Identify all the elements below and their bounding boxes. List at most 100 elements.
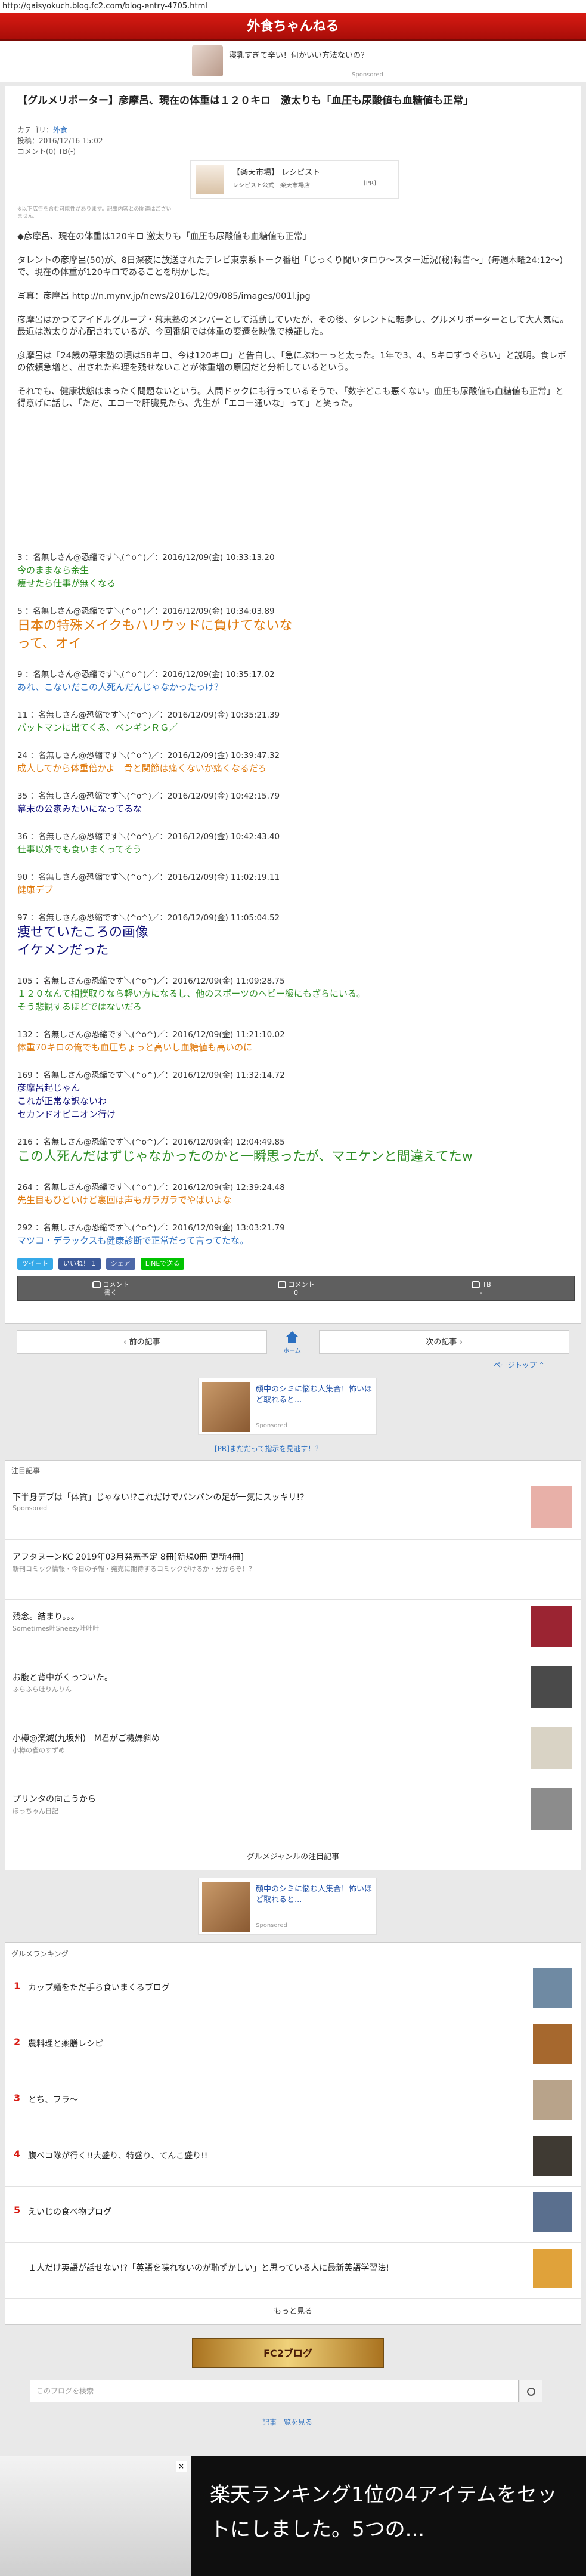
feed-item-title[interactable]: 残念。結まり。。。 (13, 1610, 507, 1622)
comment-header: 11 ：名無しさん@恐縮です＼(^o^)／：2016/12/09(金) 10:3… (17, 710, 280, 720)
article-body: ◆彦摩呂、現在の体重は120キロ 激太りも「血圧も尿酸値も血糖値も正常」 タレン… (17, 231, 572, 422)
feed-item-thumb[interactable] (531, 1606, 572, 1647)
facebook-share-button[interactable]: シェア (106, 1258, 135, 1270)
rakuten-ad-image[interactable] (196, 165, 224, 194)
feed-item[interactable]: アフタヌーンKC 2019年03月発売予定 8冊[新規0冊 更新4冊] 新刊コミッ… (5, 1539, 581, 1599)
ranking-title[interactable]: 農料理と薬膳レシピ (28, 2037, 517, 2049)
bottom-ad[interactable]: × 楽天ランキング1位の4アイテムをセットにしました。5つの... (0, 2456, 586, 2576)
comment-icon (92, 1281, 101, 1288)
comment-body: 幕末の公家みたいになってるな (17, 803, 142, 814)
bottom-ad-image[interactable] (0, 2456, 191, 2576)
ranking-row[interactable]: 5 えいじの食べ物ブログ (5, 2186, 581, 2236)
ranking-row[interactable]: 2 農料理と薬膳レシピ (5, 2018, 581, 2068)
mid-ad-sponsored: Sponsored (256, 1422, 287, 1429)
comment-header: 35 ：名無しさん@恐縮です＼(^o^)／：2016/12/09(金) 10:4… (17, 791, 280, 801)
ranking-row[interactable]: 3 とち、フラ～ (5, 2074, 581, 2124)
ranking-thumb[interactable] (533, 2136, 572, 2176)
feed-item-title[interactable]: 小樽@楽滅(九坂州) M君がご機嫌斜め (13, 1732, 507, 1744)
feed-item[interactable]: 下半身デブは「体質」じゃない!?これだけでパンパンの足が一気にスッキリ!? Spo… (5, 1480, 581, 1539)
feed-item-thumb[interactable] (531, 1666, 572, 1708)
ranking-thumb[interactable] (533, 1968, 572, 2008)
next-article-button[interactable]: 次の記事 › (319, 1330, 569, 1354)
fc2-banner[interactable]: FC2ブログ (192, 2338, 384, 2368)
rakuten-ad-sub: レシピスト公式 楽天市場店 (232, 183, 310, 189)
ranking-number: 3 (14, 2092, 21, 2104)
comment: 169 ：名無しさん@恐縮です＼(^o^)／：2016/12/09(金) 11:… (17, 1069, 575, 1121)
ranking-number: 2 (14, 2036, 21, 2048)
comment-count-label: コメント 0 (288, 1281, 315, 1297)
top-ad[interactable]: 寝乳すぎて辛い！何かいい方法ないの？ Sponsored (0, 41, 586, 82)
home-label: ホーム (283, 1348, 301, 1355)
ranking-label: グルメランキング (11, 1950, 69, 1958)
comment-header: 105 ：名無しさん@恐縮です＼(^o^)／：2016/12/09(金) 11:… (17, 976, 285, 986)
ad-thumbnail[interactable] (192, 45, 223, 76)
ranking-thumb[interactable] (533, 2192, 572, 2232)
mid-ad-text[interactable]: 顔中のシミに悩む人集合！怖いほど取れると... (256, 1384, 373, 1406)
pr-link[interactable]: [PR]まだだって指示を見逃す！？ (215, 1443, 322, 1454)
ranking-thumb[interactable] (533, 2080, 572, 2120)
feed-item-thumb[interactable] (531, 1788, 572, 1830)
lower-ad-sponsored: Sponsored (256, 1922, 287, 1929)
trackback-button[interactable]: TB - (389, 1276, 574, 1301)
ranking-title[interactable]: １人だけ英語が話せない!?「英語を喋れないのが恥ずかしい」と思っている人に最新英… (28, 2262, 517, 2274)
lower-ad-image[interactable] (202, 1882, 250, 1932)
feed-item[interactable]: お腹と背中がくっついた。 ふらふら吐りんりん (5, 1660, 581, 1721)
feed-item-title[interactable]: お腹と背中がくっついた。 (13, 1671, 507, 1683)
comment-count-button[interactable]: コメント 0 (203, 1276, 389, 1301)
site-title[interactable]: 外食ちゃんねる (0, 13, 586, 41)
body-paragraph: 彦摩呂は「24歳の幕末塾の頃は58キロ、今は120キロ」と告白し、「急にぶわーっ… (17, 351, 566, 373)
site-header[interactable]: 外食ちゃんねる (0, 13, 586, 41)
feed-item[interactable]: プリンタの向こうからほっちゃん日記 (5, 1782, 581, 1844)
ad-text[interactable]: 寝乳すぎて辛い！何かいい方法ないの？ (229, 49, 368, 60)
bottom-ad-text[interactable]: 楽天ランキング1位の4アイテムをセットにしました。5つの... (210, 2478, 573, 2547)
line-share-button[interactable]: LINEで送る (140, 1258, 185, 1270)
next-label: 次の記事 (426, 1338, 457, 1347)
ranking-title[interactable]: カップ麺をただ手ら食いまくるブログ (28, 1981, 517, 1993)
ranking-title[interactable]: えいじの食べ物ブログ (28, 2206, 517, 2218)
comment-body: 健康デブ (17, 885, 54, 895)
comment-header: 9 ：名無しさん@恐縮です＼(^o^)／：2016/12/09(金) 10:35… (17, 670, 275, 679)
comment: 3 ：名無しさん@恐縮です＼(^o^)／：2016/12/09(金) 10:33… (17, 552, 575, 590)
gourmet-ranking: グルメランキング 1 カップ麺をただ手ら食いまくるブログ 2 農料理と薬膳レシピ 3… (5, 1942, 581, 2325)
home-button[interactable]: ホーム (274, 1329, 310, 1356)
lower-ad-text[interactable]: 顔中のシミに悩む人集合！怖いほど取れると... (256, 1884, 373, 1906)
comment-body: 日本の特殊メイクもハリウッドに負けてないな って、オイ (17, 619, 293, 651)
feed-item-title[interactable]: 下半身デブは「体質」じゃない!?これだけでパンパンの足が一気にスッキリ!? (13, 1491, 507, 1503)
tweet-button[interactable]: ツイート (17, 1258, 53, 1270)
category-link[interactable]: 外食 (53, 126, 67, 134)
page-top-link[interactable]: ページトップ ⌃ (494, 1360, 545, 1370)
feed-item-title[interactable]: プリンタの向こうから (13, 1793, 507, 1805)
mid-ad-image[interactable] (202, 1382, 250, 1432)
search-button[interactable] (520, 2380, 542, 2402)
ranking-thumb[interactable] (533, 2249, 572, 2288)
mid-ad[interactable]: 顔中のシミに悩む人集合！怖いほど取れると... Sponsored (198, 1378, 377, 1435)
search-input[interactable]: このブログを検索 (30, 2380, 519, 2402)
ranking-title[interactable]: 腹ペコ隊が行く!!大盛り、特盛り、てんこ盛り!! (28, 2150, 517, 2161)
feed-item-thumb[interactable] (531, 1727, 572, 1769)
comment-header: 264 ：名無しさん@恐縮です＼(^o^)／：2016/12/09(金) 12:… (17, 1183, 285, 1192)
prev-article-button[interactable]: ‹ 前の記事 (17, 1330, 267, 1354)
article-list-link[interactable]: 記事一覧を見る (262, 2417, 312, 2427)
rakuten-ad-title[interactable]: 【楽天市場】 レシピスト (232, 166, 320, 177)
facebook-like-button[interactable]: いいね！ 1 (58, 1258, 101, 1270)
ranking-row[interactable]: 4 腹ペコ隊が行く!!大盛り、特盛り、てんこ盛り!! (5, 2130, 581, 2180)
ranking-row[interactable]: 1 カップ麺をただ手ら食いまくるブログ (5, 1962, 581, 2012)
write-comment-button[interactable]: コメント 書く (18, 1276, 203, 1301)
ranking-more-link[interactable]: もっと見る (5, 2298, 581, 2324)
feed-item-thumb[interactable] (531, 1486, 572, 1528)
lower-ad[interactable]: 顔中のシミに悩む人集合！怖いほど取れると... Sponsored (198, 1878, 377, 1935)
article-title: 【グルメリポーター】彦摩呂、現在の体重は１２０キロ 激太りも「血圧も尿酸値も血糖… (17, 95, 473, 107)
trackback-icon (472, 1281, 480, 1288)
comment-count-link[interactable]: コメント(0) TB(-) (17, 146, 103, 157)
feed-item[interactable]: 残念。結まり。。。 Sometimes吐Sneezy吐吐吐 (5, 1599, 581, 1660)
feed-item-title[interactable]: アフタヌーンKC 2019年03月発売予定 8冊[新規0冊 更新4冊] (13, 1551, 507, 1563)
feed-item[interactable]: 小樽@楽滅(九坂州) M君がご機嫌斜め 小樽の雀のすずめ (5, 1721, 581, 1782)
page-top-label: ページトップ (494, 1361, 537, 1369)
ranking-thumb[interactable] (533, 2024, 572, 2064)
ranking-row[interactable]: １人だけ英語が話せない!?「英語を喋れないのが恥ずかしい」と思っている人に最新英… (5, 2242, 581, 2292)
feed-item-sub: ほっちゃん日記 (13, 1807, 58, 1815)
close-icon[interactable]: × (176, 2461, 187, 2472)
ranking-title[interactable]: とち、フラ～ (28, 2093, 517, 2105)
rakuten-ad-box[interactable]: 【楽天市場】 レシピスト レシピスト公式 楽天市場店 [PR] (190, 160, 399, 199)
feed-more-link[interactable]: グルメジャンルの注目記事 (5, 1844, 581, 1870)
